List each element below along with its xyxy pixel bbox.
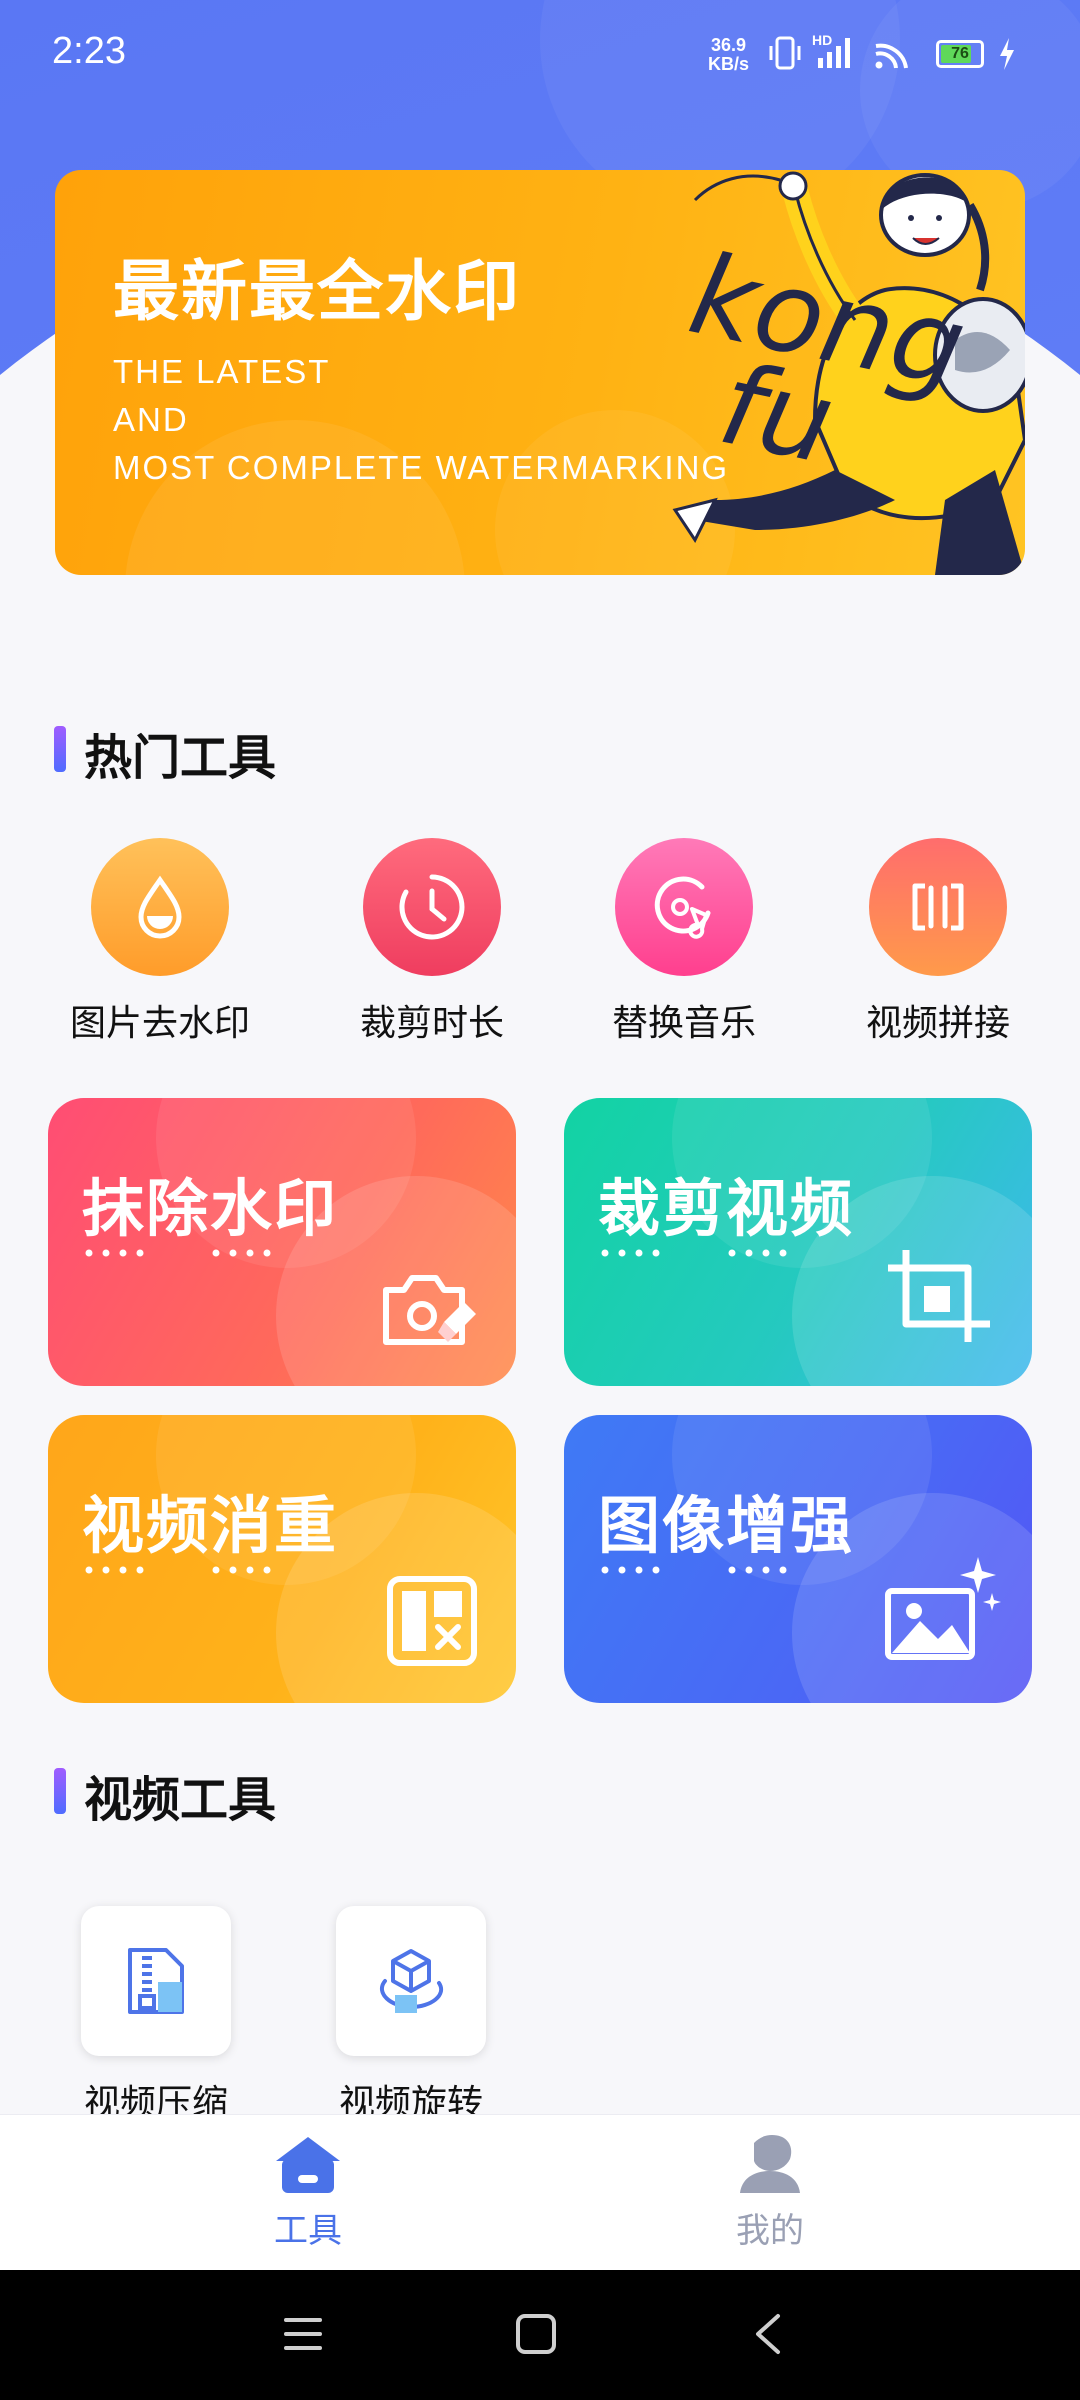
card-title: 图像增强	[598, 1489, 855, 1562]
status-time: 2:23	[52, 30, 126, 72]
video-tool-rotate[interactable]: 视频旋转	[336, 1906, 486, 2126]
card-erase-watermark[interactable]: 抹除水印	[48, 1098, 516, 1386]
clock-icon	[363, 838, 501, 976]
hot-tool-trim-duration[interactable]: 裁剪时长	[332, 838, 532, 1046]
home-icon	[276, 2137, 340, 2193]
hot-tools-heading: 热门工具	[54, 718, 276, 788]
profile-icon	[740, 2135, 800, 2193]
camera-eraser-icon	[383, 1275, 476, 1345]
section-accent-bar	[54, 1768, 66, 1814]
card-dots	[601, 1249, 787, 1257]
hot-tool-video-splice[interactable]: 视频拼接	[838, 838, 1038, 1046]
back-icon[interactable]	[750, 2312, 786, 2356]
card-title: 抹除水印	[82, 1172, 339, 1245]
card-dots	[85, 1249, 271, 1257]
network-rate: 36.9 KB/s	[708, 36, 749, 74]
bottom-tab-bar: 工具 我的	[0, 2114, 1080, 2270]
video-tool-compress[interactable]: 视频压缩	[81, 1906, 231, 2126]
banner-title: 最新最全水印	[113, 253, 521, 330]
battery-icon: 76	[936, 40, 984, 68]
hot-tool-label: 视频拼接	[865, 1003, 1010, 1044]
signal-icon	[818, 38, 850, 68]
charging-icon	[1000, 38, 1014, 70]
video-tools-heading-text: 视频工具	[84, 1772, 277, 1828]
card-title: 视频消重	[82, 1489, 339, 1562]
vibrate-icon	[769, 36, 801, 70]
card-title: 裁剪视频	[598, 1172, 855, 1245]
card-video-dedup[interactable]: 视频消重	[48, 1415, 516, 1703]
card-dots	[85, 1566, 271, 1574]
hot-tool-replace-music[interactable]: 替换音乐	[584, 838, 784, 1046]
rotate-cube-icon	[336, 1906, 486, 2056]
crop-icon	[888, 1250, 990, 1342]
hot-tool-label: 裁剪时长	[359, 1003, 504, 1044]
banner-subtitle-line: AND	[113, 401, 189, 438]
splice-icon	[869, 838, 1007, 976]
tab-label: 我的	[736, 2211, 804, 2251]
section-accent-bar	[54, 726, 66, 772]
hot-tool-label: 替换音乐	[611, 1003, 756, 1044]
hot-tools-heading-text: 热门工具	[84, 730, 277, 786]
home-button-icon[interactable]	[514, 2312, 558, 2356]
hot-tool-label: 图片去水印	[69, 1003, 250, 1044]
promo-banner[interactable]: kong fu 最新最全水印 THE LATEST AND MOST COMPL…	[55, 170, 1025, 575]
video-tools-heading: 视频工具	[54, 1760, 276, 1830]
tab-label: 工具	[274, 2211, 342, 2251]
network-rate-value: 36.9	[710, 35, 747, 55]
hot-tool-remove-image-watermark[interactable]: 图片去水印	[60, 838, 260, 1046]
water-drop-icon	[91, 838, 229, 976]
system-nav-bar	[0, 2270, 1080, 2400]
battery-level: 76	[951, 45, 969, 62]
compress-file-icon	[81, 1906, 231, 2056]
banner-subtitle-line: MOST COMPLETE WATERMARKING	[113, 449, 730, 486]
music-disc-icon	[615, 838, 753, 976]
card-dots	[601, 1566, 787, 1574]
image-sparkle-icon	[885, 1557, 1001, 1660]
banner-subtitle-line: THE LATEST	[113, 353, 331, 390]
banner-subtitle: THE LATEST AND MOST COMPLETE WATERMARKIN…	[113, 348, 729, 492]
network-rate-unit: KB/s	[708, 54, 750, 74]
card-crop-video[interactable]: 裁剪视频	[564, 1098, 1032, 1386]
wifi-icon	[875, 43, 908, 69]
card-image-enhance[interactable]: 图像增强	[564, 1415, 1032, 1703]
layout-remove-icon	[387, 1576, 477, 1666]
menu-icon[interactable]	[282, 2314, 324, 2354]
tab-mine[interactable]: 我的	[690, 2133, 850, 2252]
tab-tools[interactable]: 工具	[228, 2133, 388, 2252]
status-bar: 2:23 36.9 KB/s HD 76	[0, 0, 1080, 110]
